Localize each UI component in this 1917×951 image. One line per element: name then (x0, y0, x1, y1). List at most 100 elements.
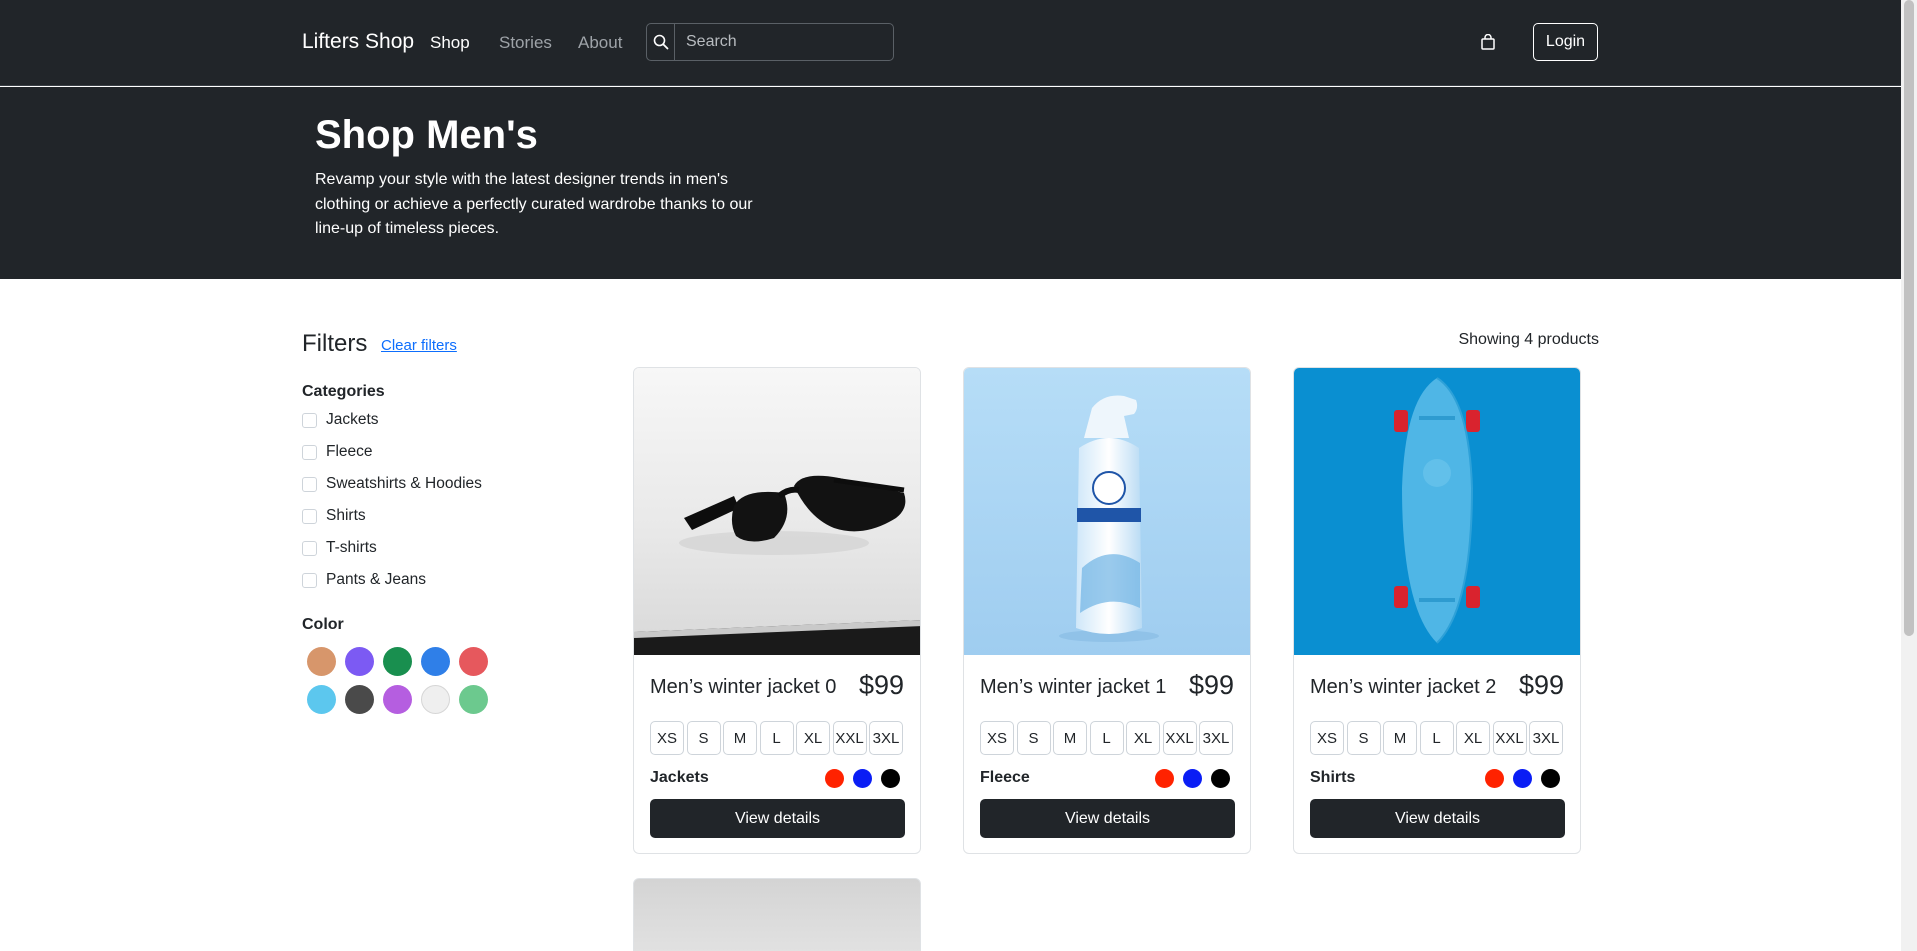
color-dot[interactable] (1155, 769, 1174, 788)
size-options: XS S M L XL XXL 3XL (1310, 721, 1566, 755)
size-option[interactable]: S (1016, 721, 1051, 755)
search-input[interactable] (675, 24, 893, 60)
scrollbar[interactable] (1901, 0, 1917, 951)
product-image-skateboard[interactable] (1294, 368, 1580, 655)
shopping-bag-icon (1481, 34, 1495, 50)
product-card: Men’s winter jacket 0 $99 XS S M L XL XX… (633, 367, 921, 854)
clear-filters-link[interactable]: Clear filters (381, 337, 457, 354)
search-button[interactable] (647, 24, 675, 60)
color-dot[interactable] (1183, 769, 1202, 788)
scrollbar-thumb[interactable] (1904, 0, 1914, 636)
color-swatch[interactable] (459, 647, 488, 676)
color-swatch[interactable] (383, 647, 412, 676)
color-swatch[interactable] (345, 647, 374, 676)
view-details-button[interactable]: View details (980, 799, 1235, 838)
checkbox[interactable] (302, 572, 317, 588)
size-option[interactable]: M (1383, 721, 1417, 755)
category-filter-fleece[interactable]: Fleece (302, 443, 373, 461)
nav-link-about[interactable]: About (578, 33, 622, 53)
login-button[interactable]: Login (1533, 23, 1598, 61)
size-option[interactable]: XL (796, 721, 830, 755)
product-card: Men’s winter jacket 2 $99 XS S M L XL XX… (1293, 367, 1581, 854)
product-image-sunglasses[interactable] (634, 368, 920, 655)
category-label: Fleece (326, 443, 373, 460)
category-label: Sweatshirts & Hoodies (326, 475, 482, 492)
size-option[interactable]: S (1346, 721, 1381, 755)
size-option[interactable]: L (1089, 721, 1124, 755)
search-icon (653, 34, 668, 50)
size-option[interactable]: L (759, 721, 794, 755)
color-dot[interactable] (1513, 769, 1532, 788)
product-price: $99 (1518, 670, 1564, 700)
color-dot[interactable] (853, 769, 872, 788)
category-filter-jackets[interactable]: Jackets (302, 411, 379, 429)
product-colors (1476, 769, 1560, 788)
category-label: Pants & Jeans (326, 571, 426, 588)
category-filter-sweatshirts[interactable]: Sweatshirts & Hoodies (302, 475, 482, 493)
product-name[interactable]: Men’s winter jacket 0 (650, 676, 836, 699)
size-option[interactable]: M (723, 721, 757, 755)
category-label: Shirts (326, 507, 366, 524)
size-options: XS S M L XL XXL 3XL (650, 721, 906, 755)
checkbox[interactable] (302, 508, 317, 524)
size-option[interactable]: 3XL (1199, 721, 1233, 755)
nav-link-shop[interactable]: Shop (430, 33, 470, 53)
color-dot[interactable] (1485, 769, 1504, 788)
size-option[interactable]: XXL (832, 721, 867, 755)
view-details-button[interactable]: View details (650, 799, 905, 838)
size-option[interactable]: XS (1310, 721, 1344, 755)
search-group (646, 23, 894, 61)
product-price: $99 (858, 670, 904, 700)
product-name[interactable]: Men’s winter jacket 1 (980, 676, 1166, 699)
categories-label: Categories (302, 383, 385, 400)
size-option[interactable]: 3XL (869, 721, 903, 755)
color-swatch[interactable] (307, 647, 336, 676)
cart-button[interactable] (1478, 31, 1498, 53)
size-option[interactable]: XS (650, 721, 684, 755)
product-image-air-freshener[interactable] (964, 368, 1250, 655)
category-filter-tshirts[interactable]: T-shirts (302, 539, 377, 557)
product-card[interactable] (633, 878, 921, 951)
size-option[interactable]: XS (980, 721, 1014, 755)
product-card: Men’s winter jacket 1 $99 XS S M L XL XX… (963, 367, 1251, 854)
filters-title: Filters (302, 330, 368, 357)
product-name[interactable]: Men’s winter jacket 2 (1310, 676, 1496, 699)
checkbox[interactable] (302, 412, 317, 428)
hero-banner: Shop Men's Revamp your style with the la… (0, 87, 1901, 279)
product-category: Shirts (1310, 769, 1356, 786)
category-filter-shirts[interactable]: Shirts (302, 507, 366, 525)
size-option[interactable]: L (1419, 721, 1454, 755)
product-count: Showing 4 products (1458, 331, 1599, 348)
color-swatch[interactable] (383, 685, 412, 714)
size-option[interactable]: XL (1456, 721, 1490, 755)
size-option[interactable]: XXL (1492, 721, 1527, 755)
size-option[interactable]: XL (1126, 721, 1160, 755)
color-swatch[interactable] (345, 685, 374, 714)
checkbox[interactable] (302, 444, 317, 460)
product-category: Fleece (980, 769, 1030, 786)
checkbox[interactable] (302, 476, 317, 492)
view-details-button[interactable]: View details (1310, 799, 1565, 838)
color-swatch[interactable] (421, 685, 450, 714)
size-options: XS S M L XL XXL 3XL (980, 721, 1236, 755)
color-dot[interactable] (825, 769, 844, 788)
size-option[interactable]: XXL (1162, 721, 1197, 755)
size-option[interactable]: 3XL (1529, 721, 1563, 755)
navbar: Lifters Shop Shop Stories About Login (0, 0, 1901, 86)
color-swatch[interactable] (307, 685, 336, 714)
color-dot[interactable] (1211, 769, 1230, 788)
brand-logo[interactable]: Lifters Shop (302, 30, 414, 54)
size-option[interactable]: M (1053, 721, 1087, 755)
product-category: Jackets (650, 769, 709, 786)
category-filter-pants[interactable]: Pants & Jeans (302, 571, 426, 589)
color-swatch[interactable] (421, 647, 450, 676)
color-dot[interactable] (1541, 769, 1560, 788)
color-swatch[interactable] (459, 685, 488, 714)
nav-link-stories[interactable]: Stories (499, 33, 552, 53)
hero-subtitle: Revamp your style with the latest design… (315, 171, 753, 237)
size-option[interactable]: S (686, 721, 721, 755)
color-dot[interactable] (881, 769, 900, 788)
checkbox[interactable] (302, 540, 317, 556)
category-label: Jackets (326, 411, 379, 428)
category-label: T-shirts (326, 539, 377, 556)
